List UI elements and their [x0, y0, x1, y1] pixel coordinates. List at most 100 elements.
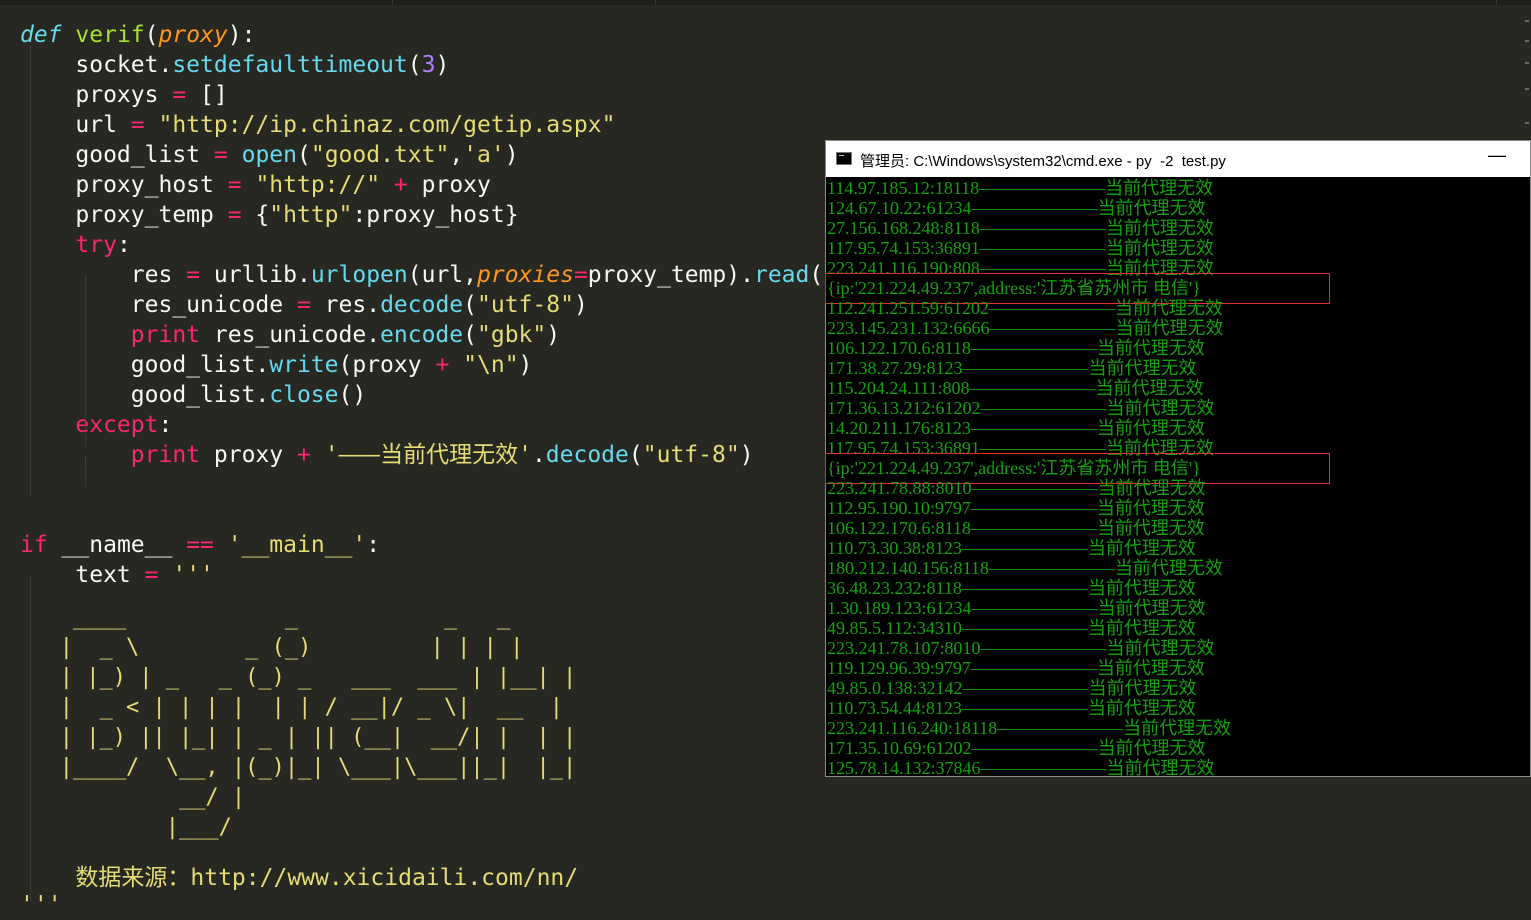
cmd-window[interactable]: 管理员: C:\Windows\system32\cmd.exe - py -2… — [825, 140, 1531, 778]
code-token: . — [531, 442, 546, 468]
code-token: good_list — [20, 142, 214, 168]
code-line: res = urllib.urlopen(url,proxies=proxy_t… — [20, 260, 837, 290]
code-token: urllib. — [200, 262, 311, 288]
code-line: except: — [20, 410, 172, 440]
code-token: good_list. — [20, 382, 270, 408]
tab-segment[interactable] — [0, 0, 393, 5]
scroll-marker — [1525, 62, 1529, 64]
code-token: "http://ip.chinaz.com/getip.aspx" — [158, 112, 616, 138]
code-token: url — [20, 112, 131, 138]
cmd-output-line: 119.129.96.39:9797———————当前代理无效 — [827, 658, 1205, 678]
code-token: ) — [435, 52, 450, 78]
code-token: decode — [545, 442, 629, 468]
closing-quote-line: ''' — [20, 892, 62, 918]
code-token: proxy — [200, 442, 297, 468]
code-token: res_unicode. — [200, 322, 381, 348]
cmd-output-line: 110.73.30.38:8123———————当前代理无效 — [827, 538, 1196, 558]
code-token: proxy_host — [20, 172, 228, 198]
cmd-output-line: 223.241.116.240:18118———————当前代理无效 — [827, 718, 1232, 738]
code-token: if — [20, 532, 48, 558]
code-line: print proxy + '———当前代理无效'.decode("utf-8"… — [20, 440, 754, 470]
code-line: def verif(proxy): — [20, 20, 255, 50]
code-token: ( — [463, 322, 477, 348]
code-token: "http" — [269, 202, 353, 228]
code-line: good_list.write(proxy + "\n") — [20, 350, 533, 380]
code-token: except — [75, 412, 159, 438]
code-token: ) — [546, 322, 561, 348]
code-token: == — [186, 532, 214, 558]
code-token: "utf-8" — [642, 442, 740, 468]
code-token: socket. — [20, 52, 173, 78]
code-token: proxys — [20, 82, 173, 108]
cmd-output-line: 223.145.231.132:6666———————当前代理无效 — [827, 318, 1224, 338]
cmd-output-line: 180.212.140.156:8118———————当前代理无效 — [827, 558, 1223, 578]
code-token: text — [20, 562, 145, 588]
cmd-output-line: 112.241.251.59:61202———————当前代理无效 — [827, 298, 1223, 318]
code-token: + — [393, 172, 408, 198]
code-token: = — [227, 202, 242, 228]
cmd-output-line: 49.85.5.112:34310———————当前代理无效 — [827, 618, 1196, 638]
code-token: (url, — [407, 262, 477, 288]
cmd-output-line: 223.241.78.107:8010———————当前代理无效 — [827, 638, 1215, 658]
cmd-title-bar[interactable]: 管理员: C:\Windows\system32\cmd.exe - py -2… — [826, 141, 1530, 177]
minimap-scroll-markers[interactable] — [1521, 10, 1531, 140]
code-line: good_list = open("good.txt",'a') — [20, 140, 519, 170]
ascii-art-banner: ____ _ _ _ | _ \ _ (_) | | | | | |_) | _… — [59, 605, 577, 840]
code-token: proxy — [158, 22, 228, 48]
code-token: ( — [628, 442, 643, 468]
code-token: = — [130, 112, 145, 138]
scroll-marker — [1525, 40, 1529, 42]
code-token: = — [573, 262, 588, 288]
code-token: = — [172, 82, 187, 108]
scroll-marker — [1525, 20, 1529, 22]
code-token: proxies — [477, 262, 574, 288]
code-token: encode — [380, 322, 464, 348]
code-token: = — [227, 172, 242, 198]
code-token: setdefaulttimeout — [172, 52, 408, 78]
terminal-icon — [836, 152, 852, 165]
cmd-output[interactable]: 114.97.185.12:18118———————当前代理无效 124.67.1… — [825, 178, 1530, 778]
minimize-button[interactable]: — — [1488, 145, 1506, 166]
code-line: print res_unicode.encode("gbk") — [20, 320, 560, 350]
code-token: ) — [504, 142, 519, 168]
cmd-output-line: 14.20.211.176:8123———————当前代理无效 — [827, 418, 1205, 438]
code-token: write — [269, 352, 339, 378]
code-token: = — [296, 292, 311, 318]
code-token: res. — [310, 292, 381, 318]
code-token: ( — [407, 52, 422, 78]
code-token: print — [130, 442, 201, 468]
code-line: proxy_temp = {"http":proxy_host} — [20, 200, 518, 230]
code-token: : — [366, 532, 381, 558]
code-token: '———当前代理无效' — [324, 442, 532, 468]
code-token: verif — [75, 22, 145, 48]
cmd-output-line: 106.122.170.6:8118———————当前代理无效 — [827, 518, 1205, 538]
tab-segment[interactable] — [656, 0, 1497, 5]
code-token: "\n" — [463, 352, 519, 378]
cmd-output-line: 115.204.24.111:808———————当前代理无效 — [827, 378, 1204, 398]
code-line: if __name__ == '__main__': — [20, 530, 380, 560]
code-token: proxy — [407, 172, 491, 198]
code-line: proxys = [] — [20, 80, 227, 110]
code-token: ) — [573, 292, 588, 318]
cmd-output-line: 124.67.10.22:61234———————当前代理无效 — [827, 198, 1206, 218]
tab-bar — [0, 0, 1531, 5]
code-token: 'a' — [463, 142, 505, 168]
cmd-output-line: 27.156.168.248:8118———————当前代理无效 — [827, 218, 1214, 238]
source-comment-line: 数据来源：http://www.xicidaili.com/nn/ — [20, 865, 579, 891]
code-token: "gbk" — [477, 322, 547, 348]
code-token: = — [144, 562, 159, 588]
code-token: ): — [227, 22, 256, 48]
cmd-output-line: 171.35.10.69:61202———————当前代理无效 — [827, 738, 1206, 758]
cmd-output-line: 49.85.0.138:32142———————当前代理无效 — [827, 678, 1197, 698]
code-line: text = ''' — [20, 560, 214, 590]
code-token: "good.txt" — [310, 142, 450, 168]
tab-segment[interactable] — [393, 0, 656, 5]
